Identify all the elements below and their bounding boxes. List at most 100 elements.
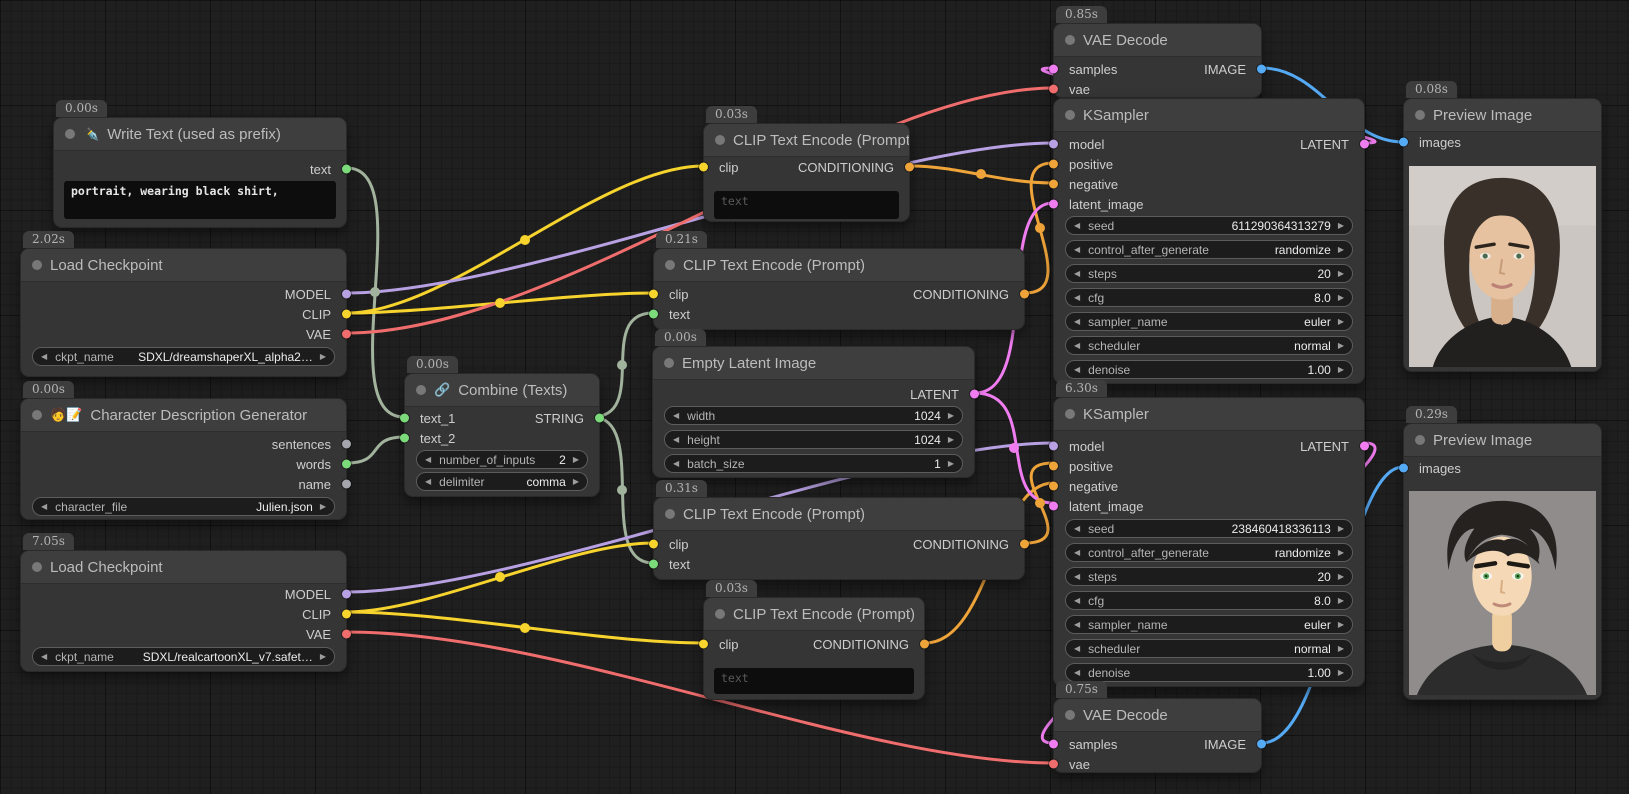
model-output-port[interactable] xyxy=(342,590,351,599)
arrow-left-icon[interactable]: ◀ xyxy=(1074,549,1080,557)
conditioning-output-port[interactable] xyxy=(905,163,914,172)
clip-input-port[interactable] xyxy=(699,163,708,172)
images-input-port[interactable] xyxy=(1399,138,1408,147)
delimiter-widget[interactable]: ◀ delimiter comma ▶ xyxy=(416,472,588,491)
node-title-bar[interactable]: CLIP Text Encode (Prompt) xyxy=(654,249,1024,282)
node-empty-latent-image[interactable]: 0.00s Empty Latent Image LATENT ◀ width … xyxy=(652,346,975,478)
clip-input-port[interactable] xyxy=(649,290,658,299)
images-input-port[interactable] xyxy=(1399,464,1408,473)
node-ksampler-bottom[interactable]: 6.30s KSampler modelLATENT positive nega… xyxy=(1053,397,1365,687)
arrow-right-icon[interactable]: ▶ xyxy=(1338,318,1344,326)
negative-input-port[interactable] xyxy=(1049,482,1058,491)
clip-output-port[interactable] xyxy=(342,310,351,319)
positive-input-port[interactable] xyxy=(1049,462,1058,471)
arrow-right-icon[interactable]: ▶ xyxy=(948,412,954,420)
node-vae-decode-bottom[interactable]: 0.75s VAE Decode samplesIMAGE vae xyxy=(1053,698,1262,773)
collapse-dot[interactable] xyxy=(1415,110,1425,120)
control-after-generate-widget[interactable]: ◀control_after_generaterandomize▶ xyxy=(1065,543,1353,562)
node-title-bar[interactable]: Empty Latent Image xyxy=(653,347,974,380)
image-output-port[interactable] xyxy=(1257,65,1266,74)
text1-input-port[interactable] xyxy=(400,414,409,423)
arrow-left-icon[interactable]: ◀ xyxy=(1074,525,1080,533)
arrow-left-icon[interactable]: ◀ xyxy=(1074,294,1080,302)
scheduler-widget[interactable]: ◀schedulernormal▶ xyxy=(1065,336,1353,355)
positive-input-port[interactable] xyxy=(1049,160,1058,169)
collapse-dot[interactable] xyxy=(665,260,675,270)
arrow-right-icon[interactable]: ▶ xyxy=(1338,366,1344,374)
node-title-bar[interactable]: Preview Image xyxy=(1404,99,1601,132)
node-ksampler-top[interactable]: KSampler modelLATENT positive negative l… xyxy=(1053,98,1365,384)
sampler-name-widget[interactable]: ◀sampler_nameeuler▶ xyxy=(1065,615,1353,634)
steps-widget[interactable]: ◀steps20▶ xyxy=(1065,264,1353,283)
arrow-left-icon[interactable]: ◀ xyxy=(1074,645,1080,653)
denoise-widget[interactable]: ◀denoise1.00▶ xyxy=(1065,663,1353,682)
node-clip-encode-mid[interactable]: 0.21s CLIP Text Encode (Prompt) clipCOND… xyxy=(653,248,1025,330)
node-title-bar[interactable]: VAE Decode xyxy=(1054,24,1261,57)
control-after-generate-widget[interactable]: ◀control_after_generaterandomize▶ xyxy=(1065,240,1353,259)
arrow-left-icon[interactable]: ◀ xyxy=(1074,669,1080,677)
arrow-left-icon[interactable]: ◀ xyxy=(425,478,431,486)
node-graph-canvas[interactable]: 0.00s ✒️ Write Text (used as prefix) tex… xyxy=(0,0,1629,794)
arrow-right-icon[interactable]: ▶ xyxy=(1338,525,1344,533)
steps-widget[interactable]: ◀steps20▶ xyxy=(1065,567,1353,586)
latent-image-input-port[interactable] xyxy=(1049,502,1058,511)
node-title-bar[interactable]: VAE Decode xyxy=(1054,699,1261,732)
node-combine-texts[interactable]: 0.00s 🔗 Combine (Texts) text_1STRING tex… xyxy=(404,373,600,497)
node-title-bar[interactable]: 🧑📝 Character Description Generator xyxy=(21,399,346,432)
text-input-port[interactable] xyxy=(649,310,658,319)
collapse-dot[interactable] xyxy=(1065,35,1075,45)
arrow-left-icon[interactable]: ◀ xyxy=(1074,573,1080,581)
arrow-right-icon[interactable]: ▶ xyxy=(320,353,326,361)
samples-input-port[interactable] xyxy=(1049,740,1058,749)
arrow-left-icon[interactable]: ◀ xyxy=(1074,342,1080,350)
arrow-right-icon[interactable]: ▶ xyxy=(1338,270,1344,278)
collapse-dot[interactable] xyxy=(32,260,42,270)
arrow-right-icon[interactable]: ▶ xyxy=(573,478,579,486)
arrow-right-icon[interactable]: ▶ xyxy=(948,460,954,468)
arrow-right-icon[interactable]: ▶ xyxy=(320,503,326,511)
clip-input-port[interactable] xyxy=(649,540,658,549)
string-output-port[interactable] xyxy=(595,414,604,423)
node-preview-image-top[interactable]: 0.08s Preview Image images xyxy=(1403,98,1602,372)
text-field[interactable]: text xyxy=(714,668,914,694)
arrow-right-icon[interactable]: ▶ xyxy=(1338,294,1344,302)
arrow-left-icon[interactable]: ◀ xyxy=(1074,597,1080,605)
vae-output-port[interactable] xyxy=(342,630,351,639)
width-widget[interactable]: ◀ width 1024 ▶ xyxy=(664,406,963,425)
arrow-left-icon[interactable]: ◀ xyxy=(1074,246,1080,254)
ckpt-name-widget[interactable]: ◀ ckpt_name SDXL/realcartoonXL_v7.safet…… xyxy=(32,647,335,666)
collapse-dot[interactable] xyxy=(32,410,42,420)
arrow-right-icon[interactable]: ▶ xyxy=(320,653,326,661)
node-title-bar[interactable]: CLIP Text Encode (Prompt) xyxy=(704,124,909,157)
node-title-bar[interactable]: KSampler xyxy=(1054,99,1364,132)
arrow-left-icon[interactable]: ◀ xyxy=(1074,621,1080,629)
arrow-left-icon[interactable]: ◀ xyxy=(1074,318,1080,326)
node-vae-decode-top[interactable]: 0.85s VAE Decode samplesIMAGE vae xyxy=(1053,23,1262,98)
collapse-dot[interactable] xyxy=(1065,710,1075,720)
node-clip-encode-top[interactable]: 0.03s CLIP Text Encode (Prompt) clipCOND… xyxy=(703,123,910,222)
arrow-left-icon[interactable]: ◀ xyxy=(41,353,47,361)
collapse-dot[interactable] xyxy=(1065,110,1075,120)
arrow-left-icon[interactable]: ◀ xyxy=(1074,222,1080,230)
node-title-bar[interactable]: Preview Image xyxy=(1404,424,1601,457)
arrow-right-icon[interactable]: ▶ xyxy=(1338,645,1344,653)
text-field[interactable]: portrait, wearing black shirt, xyxy=(64,181,336,219)
latent-image-input-port[interactable] xyxy=(1049,200,1058,209)
node-clip-encode-bottom[interactable]: 0.03s CLIP Text Encode (Prompt) clipCOND… xyxy=(703,597,925,700)
cfg-widget[interactable]: ◀cfg8.0▶ xyxy=(1065,288,1353,307)
character-file-widget[interactable]: ◀ character_file Julien.json ▶ xyxy=(32,497,335,516)
model-input-port[interactable] xyxy=(1049,140,1058,149)
clip-input-port[interactable] xyxy=(699,640,708,649)
arrow-right-icon[interactable]: ▶ xyxy=(1338,573,1344,581)
latent-output-port[interactable] xyxy=(1360,442,1369,451)
sentences-output-port[interactable] xyxy=(342,440,351,449)
arrow-right-icon[interactable]: ▶ xyxy=(573,456,579,464)
node-title-bar[interactable]: CLIP Text Encode (Prompt) xyxy=(704,598,924,631)
arrow-left-icon[interactable]: ◀ xyxy=(1074,366,1080,374)
arrow-right-icon[interactable]: ▶ xyxy=(1338,621,1344,629)
text-input-port[interactable] xyxy=(649,560,658,569)
vae-input-port[interactable] xyxy=(1049,760,1058,769)
node-title-bar[interactable]: Load Checkpoint xyxy=(21,249,346,282)
collapse-dot[interactable] xyxy=(416,385,426,395)
text-output-port[interactable] xyxy=(342,165,351,174)
